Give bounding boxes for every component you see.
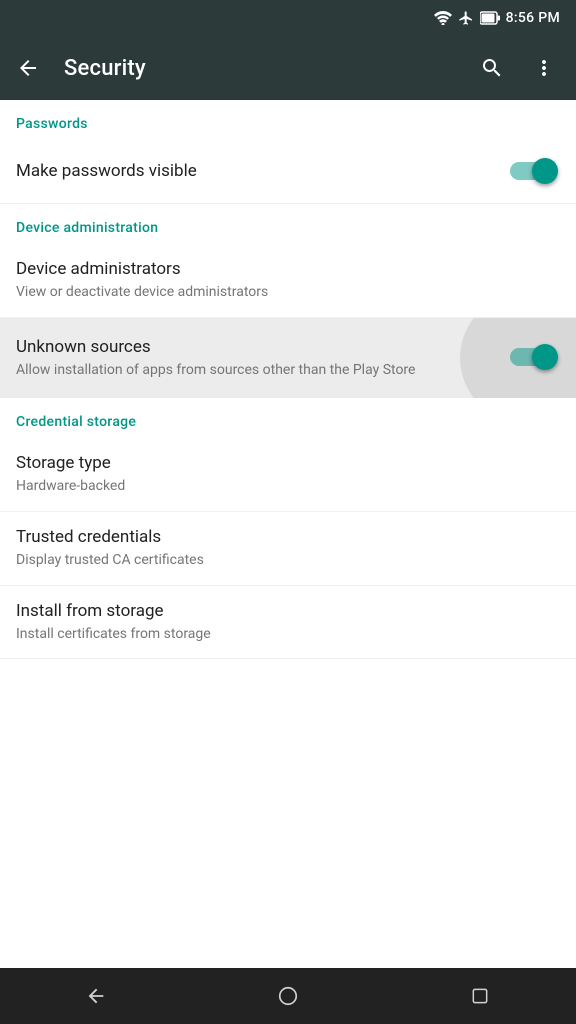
device-administrators-title: Device administrators [16,258,560,280]
status-icons: 8:56 PM [434,10,560,26]
install-from-storage-title: Install from storage [16,600,560,622]
section-passwords: Passwords Make passwords visible [0,100,576,204]
section-header-passwords: Passwords [0,100,576,140]
toolbar-title: Security [64,56,460,81]
airplane-icon [458,10,474,26]
list-item-trusted-credentials[interactable]: Trusted credentials Display trusted CA c… [0,512,576,586]
make-passwords-visible-toggle[interactable] [508,157,560,187]
nav-home-icon [277,985,299,1007]
navigation-bar [0,968,576,1024]
nav-recent-icon [470,986,490,1006]
back-button[interactable] [4,44,52,92]
nav-recent-button[interactable] [450,968,510,1024]
toggle-thumb [532,158,558,184]
section-credential-storage: Credential storage Storage type Hardware… [0,398,576,659]
trusted-credentials-subtitle: Display trusted CA certificates [16,551,560,571]
make-passwords-visible-title: Make passwords visible [16,160,508,182]
list-item-unknown-sources[interactable]: Unknown sources Allow installation of ap… [0,318,576,399]
search-icon [480,56,504,80]
section-device-administration: Device administration Device administrat… [0,204,576,398]
storage-type-subtitle: Hardware-backed [16,477,560,497]
toolbar: Security [0,36,576,100]
battery-icon [480,11,500,25]
list-item-text: Trusted credentials Display trusted CA c… [16,526,560,571]
wifi-icon [434,11,452,25]
toolbar-actions [468,44,568,92]
list-item-text: Device administrators View or deactivate… [16,258,560,303]
back-arrow-icon [16,56,40,80]
toggle-thumb [532,344,558,370]
status-bar: 8:56 PM [0,0,576,36]
list-item-device-administrators[interactable]: Device administrators View or deactivate… [0,244,576,318]
storage-type-title: Storage type [16,452,560,474]
content-area: Passwords Make passwords visible Device … [0,100,576,968]
install-from-storage-subtitle: Install certificates from storage [16,625,560,645]
toggle-container [508,343,560,373]
search-button[interactable] [468,44,516,92]
list-item-text: Storage type Hardware-backed [16,452,560,497]
list-item-storage-type[interactable]: Storage type Hardware-backed [0,438,576,512]
more-vert-icon [532,56,556,80]
section-header-credential-storage: Credential storage [0,398,576,438]
list-item-text: Unknown sources Allow installation of ap… [16,336,508,381]
list-item-text: Install from storage Install certificate… [16,600,560,645]
list-item-text: Make passwords visible [16,160,508,182]
unknown-sources-subtitle: Allow installation of apps from sources … [16,361,508,381]
section-header-device-administration: Device administration [0,204,576,244]
status-time: 8:56 PM [506,10,560,26]
trusted-credentials-title: Trusted credentials [16,526,560,548]
list-item-make-passwords-visible[interactable]: Make passwords visible [0,140,576,204]
nav-home-button[interactable] [258,968,318,1024]
nav-back-icon [85,985,107,1007]
more-options-button[interactable] [520,44,568,92]
unknown-sources-toggle[interactable] [508,343,560,373]
nav-back-button[interactable] [66,968,126,1024]
list-item-install-from-storage[interactable]: Install from storage Install certificate… [0,586,576,660]
unknown-sources-title: Unknown sources [16,336,508,358]
device-administrators-subtitle: View or deactivate device administrators [16,283,560,303]
